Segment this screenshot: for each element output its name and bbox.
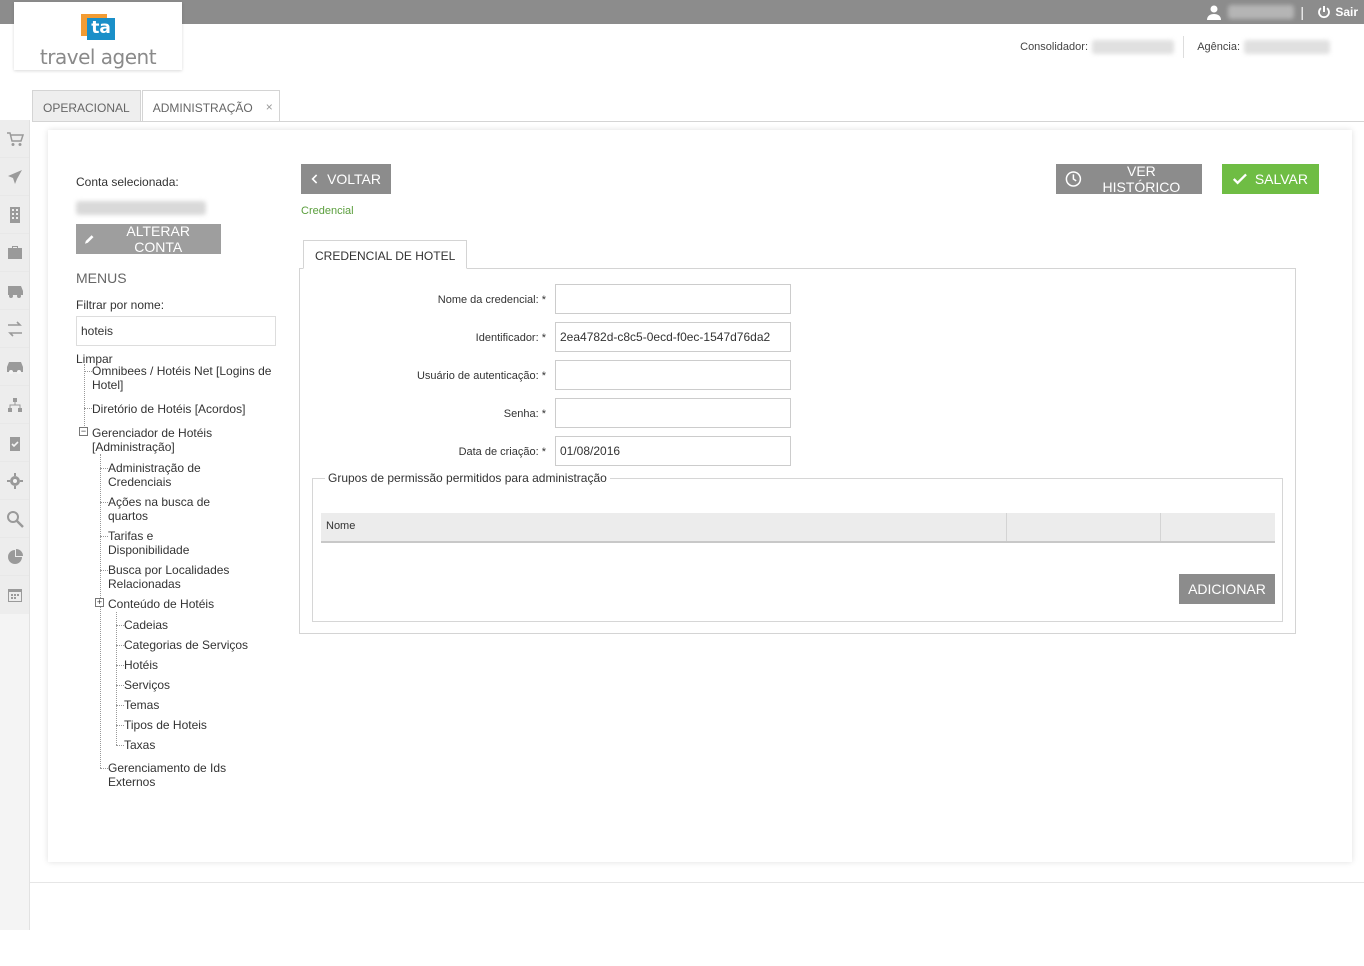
hierarchy-icon[interactable] xyxy=(0,386,29,424)
back-label: VOLTAR xyxy=(327,171,381,187)
senha-field[interactable] xyxy=(555,398,791,428)
logo-name: travel agent xyxy=(39,45,157,69)
tab-divider xyxy=(32,121,1364,122)
column-header-3 xyxy=(1161,513,1275,541)
filter-input[interactable] xyxy=(76,316,276,346)
senha-label: Senha: * xyxy=(503,408,546,420)
save-label: SALVAR xyxy=(1254,171,1308,187)
column-header-nome[interactable]: Nome xyxy=(321,513,1007,541)
pie-chart-icon[interactable] xyxy=(0,538,29,576)
add-group-button[interactable]: ADICIONAR xyxy=(1179,574,1275,604)
username-redacted xyxy=(1228,5,1295,19)
menu-item-conteudo[interactable]: Conteúdo de Hotéis xyxy=(108,597,248,611)
tab-label: OPERACIONAL xyxy=(43,101,130,115)
consolidador-info: Consolidador: xyxy=(1020,40,1174,54)
menu-item-taxas[interactable]: Taxas xyxy=(124,738,155,752)
permission-groups-fieldset: Grupos de permissão permitidos para admi… xyxy=(312,471,1283,622)
nome-field[interactable] xyxy=(555,284,791,314)
menu-item-servicos[interactable]: Serviços xyxy=(124,678,170,692)
change-account-label: ALTERAR CONTA xyxy=(126,223,190,255)
cart-icon[interactable] xyxy=(0,120,29,158)
menu-item-gerenciamento-ids[interactable]: Gerenciamento de Ids Externos xyxy=(108,761,238,789)
usuario-label: Usuário de autenticação: * xyxy=(416,370,546,382)
change-account-button[interactable]: ALTERAR CONTA xyxy=(76,223,221,255)
tab-credencial-hotel[interactable]: CREDENCIAL DE HOTEL xyxy=(303,240,468,269)
sidebar: Conta selecionada: ALTERAR CONTA MENUS F… xyxy=(76,170,276,366)
consolidador-label: Consolidador: xyxy=(1020,41,1088,53)
footer-divider xyxy=(30,882,1364,883)
expand-icon[interactable]: + xyxy=(95,598,104,607)
logout-label: Sair xyxy=(1335,5,1358,19)
header-divider xyxy=(1183,36,1184,58)
close-tab-icon[interactable]: × xyxy=(266,100,273,114)
power-icon xyxy=(1318,6,1331,19)
menu-item-tarifas[interactable]: Tarifas e Disponibilidade xyxy=(108,529,208,557)
identificador-field[interactable] xyxy=(555,322,791,352)
back-button[interactable]: VOLTAR xyxy=(301,164,391,194)
menu-item-acoes[interactable]: Ações na busca de quartos xyxy=(108,495,228,523)
agencia-value-redacted xyxy=(1244,40,1330,54)
agencia-info: Agência: xyxy=(1197,40,1330,54)
column-header-2 xyxy=(1007,513,1161,541)
car-icon[interactable] xyxy=(0,348,29,386)
checkmark-icon xyxy=(1233,173,1247,185)
menu-item-diretorio[interactable]: Diretório de Hotéis [Acordos] xyxy=(92,402,277,416)
bus-icon[interactable] xyxy=(0,272,29,310)
briefcase-icon[interactable] xyxy=(0,234,29,272)
user-info: | xyxy=(1206,0,1304,24)
tab-operacional[interactable]: OPERACIONAL xyxy=(32,90,141,122)
add-group-label: ADICIONAR xyxy=(1188,581,1266,597)
save-button[interactable]: SALVAR xyxy=(1222,164,1319,194)
logo[interactable]: ta travel agent xyxy=(14,2,182,70)
selected-account-label: Conta selecionada: xyxy=(76,175,179,189)
transfer-icon[interactable] xyxy=(0,310,29,348)
clock-icon xyxy=(1065,171,1082,187)
menus-title: MENUS xyxy=(76,270,127,286)
gear-icon[interactable] xyxy=(0,462,29,500)
breadcrumb[interactable]: Credencial xyxy=(301,205,354,217)
menu-item-categorias[interactable]: Categorias de Serviços xyxy=(124,638,248,652)
airplane-icon[interactable] xyxy=(0,158,29,196)
nome-label: Nome da credencial: * xyxy=(437,294,546,306)
form-tab-label: CREDENCIAL DE HOTEL xyxy=(315,249,456,263)
menu-item-busca-localidades[interactable]: Busca por Localidades Relacionadas xyxy=(108,563,248,591)
data-criacao-field[interactable] xyxy=(555,436,791,466)
left-icon-bar xyxy=(0,120,30,930)
pencil-icon xyxy=(84,235,94,244)
menu-item-temas[interactable]: Temas xyxy=(124,698,159,712)
agencia-label: Agência: xyxy=(1197,41,1240,53)
calendar-icon[interactable] xyxy=(0,576,29,614)
identificador-label: Identificador: * xyxy=(475,332,546,344)
menu-item-gerenciador[interactable]: Gerenciador de Hotéis [Administração] xyxy=(92,426,232,454)
tab-administracao[interactable]: ADMINISTRAÇÃO × xyxy=(141,90,280,122)
collapse-icon[interactable]: − xyxy=(79,427,88,436)
selected-account-redacted xyxy=(76,201,206,215)
clipboard-icon[interactable] xyxy=(0,424,29,462)
user-icon xyxy=(1207,5,1222,20)
logo-mark: ta xyxy=(81,14,115,40)
permission-groups-table-header: Nome xyxy=(321,513,1275,543)
usuario-field[interactable] xyxy=(555,360,791,390)
topbar-separator: | xyxy=(1300,4,1304,20)
consolidador-value-redacted xyxy=(1092,40,1174,54)
menu-item-tipos[interactable]: Tipos de Hoteis xyxy=(124,718,207,732)
top-bar: | Sair xyxy=(0,0,1364,24)
tab-label: ADMINISTRAÇÃO xyxy=(152,101,253,115)
history-label: VER HISTÓRICO xyxy=(1102,163,1181,195)
menu-item-adm-credenciais[interactable]: Administração de Credenciais xyxy=(108,461,228,489)
search-icon[interactable] xyxy=(0,500,29,538)
chevron-left-icon xyxy=(311,174,318,184)
data-criacao-label: Data de criação: * xyxy=(458,446,546,458)
menu-item-cadeias[interactable]: Cadeias xyxy=(124,618,168,632)
filter-label: Filtrar por nome: xyxy=(76,298,165,312)
history-button[interactable]: VER HISTÓRICO xyxy=(1056,163,1202,195)
menu-item-hoteis[interactable]: Hotéis xyxy=(124,658,158,672)
main-tabs: OPERACIONAL ADMINISTRAÇÃO × xyxy=(32,90,281,122)
menu-item-omnibees[interactable]: Omnibees / Hotéis Net [Logins de Hotel] xyxy=(92,364,277,392)
building-icon[interactable] xyxy=(0,196,29,234)
logout-link[interactable]: Sair xyxy=(1317,0,1358,24)
permission-groups-legend: Grupos de permissão permitidos para admi… xyxy=(325,471,610,485)
